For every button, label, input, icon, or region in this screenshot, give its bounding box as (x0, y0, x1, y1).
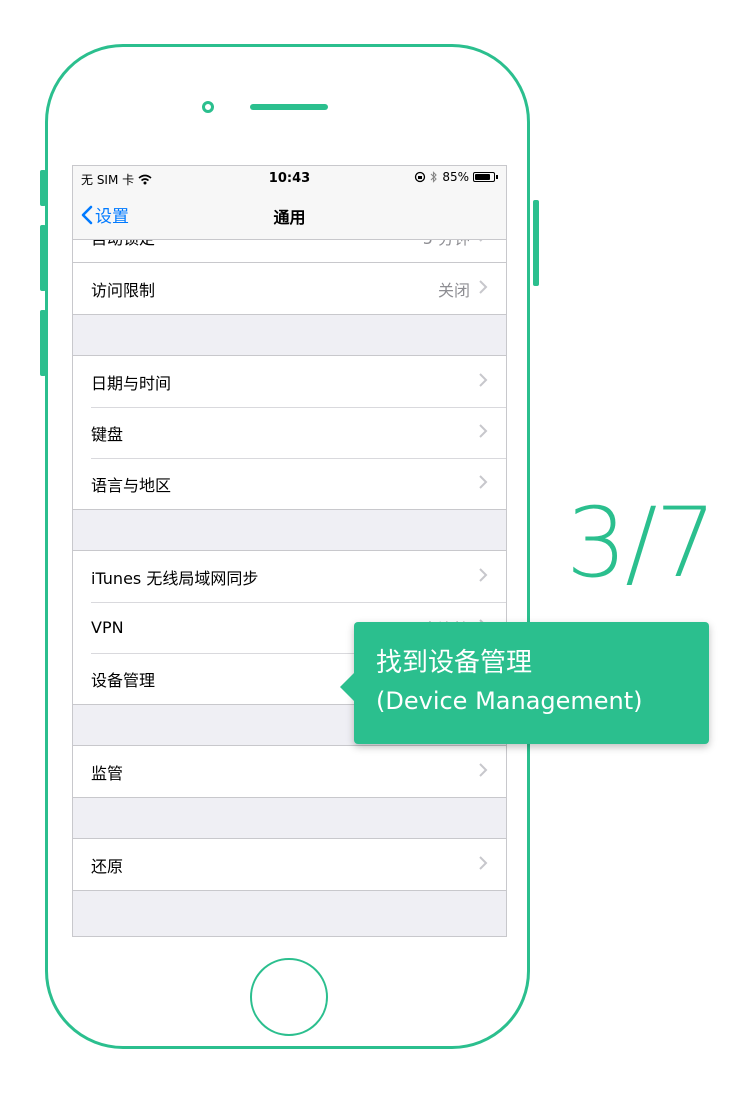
settings-group-1: 访问限制 关闭 (73, 263, 506, 315)
callout-subtitle: (Device Management) (376, 687, 643, 715)
settings-group-partial: 自动锁定 5 分钟 (73, 240, 506, 263)
row-label: VPN (91, 618, 124, 637)
row-value: 关闭 (437, 280, 470, 300)
row-label: iTunes 无线局域网同步 (91, 568, 259, 588)
row-label: 监管 (91, 763, 124, 783)
settings-group-2: 日期与时间 键盘 语言与地区 (73, 355, 506, 510)
row-label: 设备管理 (91, 670, 156, 690)
callout-title: 找到设备管理 (376, 648, 533, 678)
row-label: 自动锁定 (91, 240, 155, 249)
chevron-right-icon (479, 568, 488, 582)
instruction-callout: 找到设备管理 (Device Management) (340, 622, 709, 744)
chevron-right-icon (479, 475, 488, 489)
status-bar: 无 SIM 卡 10:43 85% (73, 166, 506, 192)
settings-list: 自动锁定 5 分钟 访问限制 关闭 日期与时间 键盘 语言与地区 (73, 240, 506, 891)
settings-row-restrictions[interactable]: 访问限制 关闭 (73, 263, 506, 314)
row-label: 访问限制 (91, 280, 156, 300)
settings-row-reset[interactable]: 还原 (73, 839, 506, 890)
step-indicator: 3/7 (566, 487, 716, 599)
power-button (533, 200, 539, 286)
home-button[interactable] (250, 958, 328, 1036)
chevron-right-icon (479, 280, 488, 294)
row-label: 日期与时间 (91, 373, 172, 393)
bluetooth-icon (430, 171, 438, 183)
settings-row-auto-lock[interactable]: 自动锁定 5 分钟 (73, 240, 506, 262)
row-value: 5 分钟 (423, 240, 470, 249)
battery-level (475, 174, 490, 180)
settings-group-5: 还原 (73, 838, 506, 891)
settings-group-4: 监管 (73, 745, 506, 798)
page-title: 通用 (273, 208, 306, 227)
rotation-lock-icon (415, 171, 426, 183)
chevron-right-icon (479, 763, 488, 777)
battery-icon (473, 172, 495, 182)
row-label: 键盘 (91, 424, 124, 444)
phone-screen: 无 SIM 卡 10:43 85% 设置 通用 访问限制 关闭 日期与时间 键盘… (72, 165, 507, 937)
settings-row-language-region[interactable]: 语言与地区 (73, 458, 506, 509)
battery-tip (496, 175, 498, 179)
navigation-bar: 设置 通用 (73, 192, 506, 240)
settings-row-itunes-wifi-sync[interactable]: iTunes 无线局域网同步 (73, 551, 506, 602)
earpiece-speaker (250, 104, 328, 110)
settings-row-supervision[interactable]: 监管 (73, 746, 506, 797)
row-label: 还原 (91, 856, 124, 876)
chevron-right-icon (479, 373, 488, 387)
front-camera (202, 101, 214, 113)
settings-row-keyboard[interactable]: 键盘 (73, 407, 506, 458)
chevron-right-icon (479, 856, 488, 870)
battery-percent: 85% (442, 170, 469, 184)
settings-row-date-time[interactable]: 日期与时间 (73, 356, 506, 407)
chevron-right-icon (479, 240, 483, 242)
row-label: 语言与地区 (91, 475, 172, 495)
chevron-right-icon (479, 424, 488, 438)
